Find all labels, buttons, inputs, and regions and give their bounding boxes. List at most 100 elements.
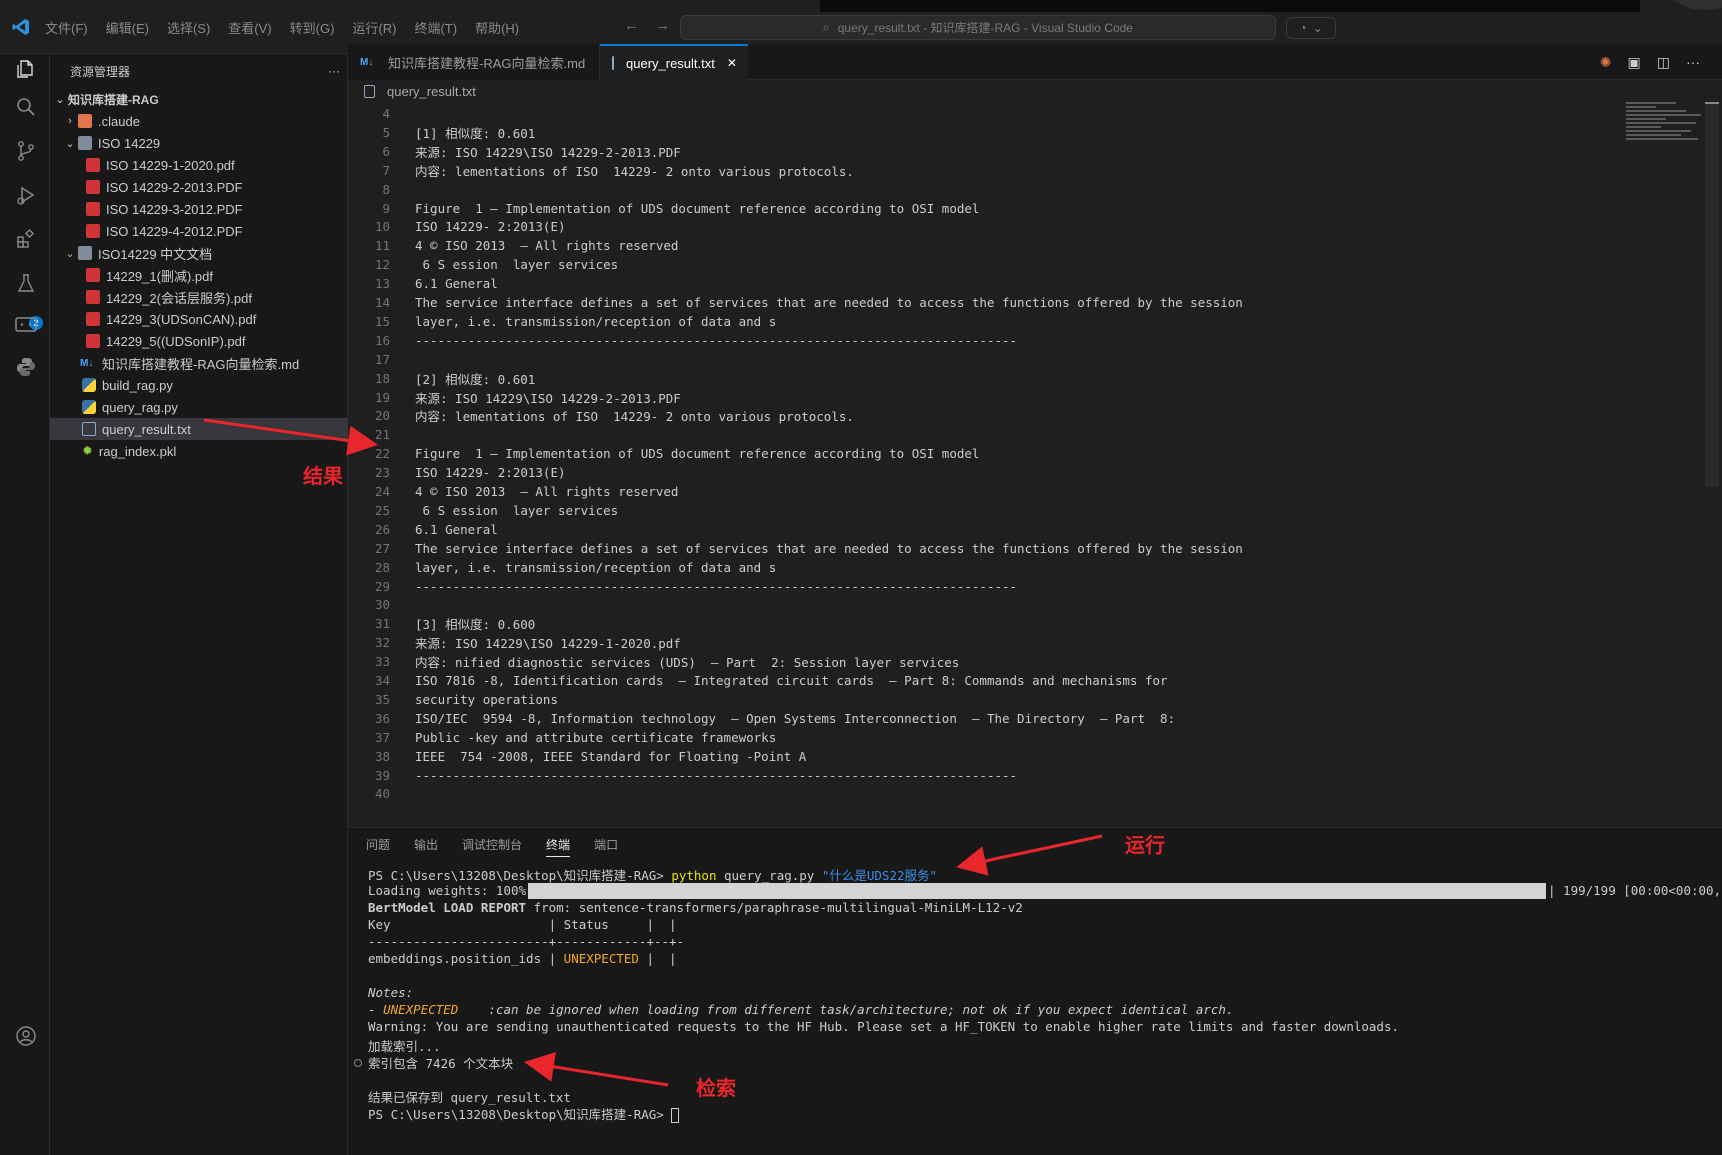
editor-line[interactable]: 9 Figure 1 — Implementation of UDS docume… <box>348 199 979 218</box>
editor-line[interactable]: 5 [1] 相似度: 0.601 <box>348 123 535 142</box>
line-number: 40 <box>374 786 390 802</box>
editor-line[interactable]: 35 security operations <box>348 690 558 709</box>
tree-folder-iso14229-cn[interactable]: ⌄ ISO14229 中文文档 <box>50 242 348 264</box>
editor-content[interactable]: 4 5 [1] 相似度: 0.601 6 来源: ISO 14229\ISO 14229… <box>348 102 1722 827</box>
editor-line[interactable]: 15 layer, i.e. transmission/reception of … <box>348 312 776 331</box>
editor-line[interactable]: 17 <box>348 350 415 369</box>
chevron-down-icon: ⌄ <box>1312 21 1323 35</box>
tree-file[interactable]: ISO 14229-1-2020.pdf <box>50 154 348 176</box>
menu-help[interactable]: 帮助(H) <box>475 18 519 37</box>
editor-line[interactable]: 11 4 © ISO 2013 – All rights reserved <box>348 236 678 255</box>
editor-line[interactable]: 29 --------------------------------------… <box>348 577 1017 596</box>
account-icon[interactable] <box>13 1023 39 1049</box>
tree-file[interactable]: ISO 14229-2-2013.PDF <box>50 176 348 198</box>
editor-line[interactable]: 7 内容: lementations of ISO 14229- 2 onto v… <box>348 161 853 180</box>
tree-file[interactable]: 14229_1(删减).pdf <box>50 264 348 286</box>
editor-line[interactable]: 32 来源: ISO 14229\ISO 14229-1-2020.pdf <box>348 633 681 652</box>
editor-line[interactable]: 13 6.1 General <box>348 274 498 293</box>
menu-go[interactable]: 转到(G) <box>290 18 335 37</box>
menu-view[interactable]: 查看(V) <box>228 18 271 37</box>
tab-debug-console[interactable]: 调试控制台 <box>462 836 522 857</box>
editor-line[interactable]: 6 来源: ISO 14229\ISO 14229-2-2013.PDF <box>348 142 680 161</box>
editor-line[interactable]: 30 <box>348 595 415 614</box>
menu-edit[interactable]: 编辑(E) <box>106 18 149 37</box>
menu-terminal[interactable]: 终端(T) <box>414 18 457 37</box>
terminal-command-decoration-icon[interactable] <box>354 1059 362 1067</box>
claude-icon[interactable]: ✺ <box>1600 54 1612 71</box>
explorer-icon[interactable] <box>13 56 39 82</box>
line-number: 13 <box>374 276 390 292</box>
menu-file[interactable]: 文件(F) <box>45 18 88 37</box>
editor-line[interactable]: 19 来源: ISO 14229\ISO 14229-2-2013.PDF <box>348 388 681 407</box>
command-center-search[interactable]: ⌕ query_result.txt - 知识库搭建-RAG - Visual … <box>680 15 1276 40</box>
search-icon[interactable] <box>13 94 39 120</box>
python-icon[interactable] <box>13 354 39 380</box>
tab-markdown[interactable]: M↓ 知识库搭建教程-RAG向量检索.md <box>348 44 600 80</box>
more-actions-icon[interactable]: ··· <box>328 64 340 78</box>
remote-explorer-icon[interactable] <box>13 312 39 338</box>
editor-line[interactable]: 23 ISO 14229- 2:2013(E) <box>348 463 566 482</box>
tree-file[interactable]: build_rag.py <box>50 374 348 396</box>
tab-terminal[interactable]: 终端 <box>546 836 571 857</box>
tab-ports[interactable]: 端口 <box>594 836 618 857</box>
tree-folder-claude[interactable]: › .claude <box>50 110 348 132</box>
editor-line[interactable]: 18 [2] 相似度: 0.601 <box>348 369 535 388</box>
tab-output[interactable]: 输出 <box>414 836 438 857</box>
editor-line[interactable]: 24 4 © ISO 2013 – All rights reserved <box>348 482 678 501</box>
editor-line[interactable]: 33 内容: nified diagnostic services (UDS) —… <box>348 652 959 671</box>
editor-line[interactable]: 21 <box>348 425 415 444</box>
back-arrow-icon[interactable]: ← <box>624 17 639 34</box>
editor-line[interactable]: 40 <box>348 784 415 803</box>
editor-line[interactable]: 14 The service interface defines a set of… <box>348 293 1243 312</box>
tree-file[interactable]: 14229_2(会话层服务).pdf <box>50 286 348 308</box>
tree-file[interactable]: ✹ rag_index.pkl <box>50 440 348 462</box>
editor-scrollbar[interactable] <box>1705 102 1719 487</box>
explorer-sidebar: 资源管理器 ··· ⌄ 知识库搭建-RAG › .claude ⌄ ISO 14… <box>50 54 348 1155</box>
more-actions-icon[interactable]: ··· <box>1686 54 1700 71</box>
editor-line[interactable]: 16 --------------------------------------… <box>348 331 1017 350</box>
editor-line[interactable]: 37 Public -key and attribute certificate … <box>348 728 776 747</box>
run-debug-icon[interactable] <box>13 182 39 208</box>
editor-line[interactable]: 12 6 S ession layer services <box>348 255 618 274</box>
editor-line[interactable]: 26 6.1 General <box>348 520 498 539</box>
editor-line[interactable]: 34 ISO 7816 -8, Identification cards — In… <box>348 671 1168 690</box>
tree-file[interactable]: ISO 14229-3-2012.PDF <box>50 198 348 220</box>
close-icon[interactable]: ✕ <box>727 56 737 70</box>
editor-line[interactable]: 31 [3] 相似度: 0.600 <box>348 614 535 633</box>
editor-line[interactable]: 38 IEEE 754 -2008, IEEE Standard for Floa… <box>348 747 806 766</box>
editor-line[interactable]: 22 Figure 1 — Implementation of UDS docum… <box>348 444 980 463</box>
tab-problems[interactable]: 问题 <box>366 836 390 857</box>
line-number: 22 <box>374 446 390 462</box>
menu-run[interactable]: 运行(R) <box>352 18 396 37</box>
editor-line[interactable]: 36 ISO/IEC 9594 -8, Information technolog… <box>348 709 1175 728</box>
tree-file[interactable]: query_rag.py <box>50 396 348 418</box>
breadcrumb-file[interactable]: query_result.txt <box>387 84 476 99</box>
extensions-icon[interactable] <box>13 226 39 252</box>
tree-file[interactable]: 14229_5((UDSonIP).pdf <box>50 330 348 352</box>
editor-line[interactable]: 4 <box>348 104 415 123</box>
editor-line[interactable]: 8 <box>348 180 415 199</box>
root-folder[interactable]: ⌄ 知识库搭建-RAG <box>50 88 348 110</box>
editor-line[interactable]: 20 内容: lementations of ISO 14229- 2 onto … <box>348 406 854 425</box>
copilot-button[interactable]: ◔ ⌄ <box>1286 17 1336 39</box>
forward-arrow-icon[interactable]: → <box>655 17 670 34</box>
split-editor-icon[interactable]: ◫ <box>1657 54 1670 71</box>
minimap[interactable] <box>1626 102 1706 162</box>
editor-line[interactable]: 10 ISO 14229- 2:2013(E) <box>348 217 566 236</box>
editor-line[interactable]: 28 layer, i.e. transmission/reception of … <box>348 558 776 577</box>
menu-selection[interactable]: 选择(S) <box>167 18 210 37</box>
terminal-cmd-args: query_rag.py <box>716 868 822 883</box>
source-control-icon[interactable] <box>13 138 39 164</box>
tree-file[interactable]: ISO 14229-4-2012.PDF <box>50 220 348 242</box>
tree-file[interactable]: 14229_3(UDSonCAN).pdf <box>50 308 348 330</box>
editor-line[interactable]: 39 --------------------------------------… <box>348 766 1017 785</box>
terminal-prompt-line[interactable]: PS C:\Users\13208\Desktop\知识库搭建-RAG> <box>368 1104 680 1123</box>
editor-line[interactable]: 25 6 S ession layer services <box>348 501 618 520</box>
tab-query-result[interactable]: query_result.txt ✕ <box>600 44 748 80</box>
editor-line[interactable]: 27 The service interface defines a set of… <box>348 539 1243 558</box>
toggle-panel-icon[interactable]: ▣ <box>1628 54 1641 71</box>
tree-file-selected[interactable]: query_result.txt <box>50 418 348 440</box>
testing-flask-icon[interactable] <box>13 270 39 296</box>
tree-folder-iso14229[interactable]: ⌄ ISO 14229 <box>50 132 348 154</box>
tree-file[interactable]: M↓ 知识库搭建教程-RAG向量检索.md <box>50 352 348 374</box>
